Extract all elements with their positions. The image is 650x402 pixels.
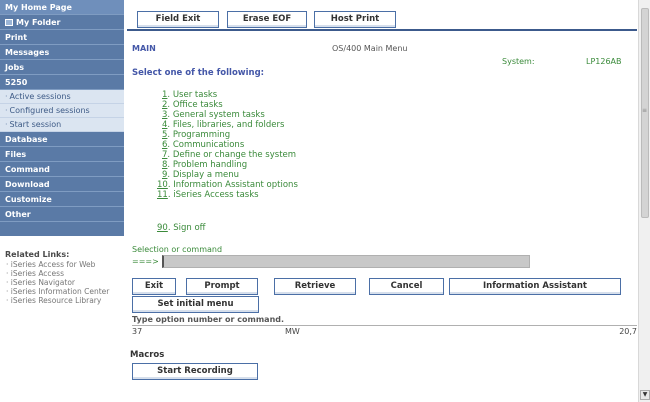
vertical-scrollbar[interactable]: ≡ ▼ bbox=[638, 0, 650, 402]
command-input[interactable] bbox=[162, 255, 530, 268]
menu-option[interactable]: 11. iSeries Access tasks bbox=[157, 190, 298, 200]
field-exit-button[interactable]: Field Exit bbox=[137, 11, 219, 28]
prompt-button[interactable]: Prompt bbox=[186, 278, 258, 295]
related-link[interactable]: · iSeries Access bbox=[5, 270, 119, 278]
menu-option[interactable]: 3. General system tasks bbox=[162, 110, 298, 120]
main-content: Field Exit Erase EOF Host Print MAIN OS/… bbox=[124, 0, 638, 402]
related-link-label: iSeries Access bbox=[10, 269, 64, 278]
status-line: 37 MW 20,7 bbox=[132, 325, 637, 338]
bullet-icon: · bbox=[5, 120, 8, 129]
related-link-label: iSeries Resource Library bbox=[10, 296, 102, 305]
sidebar-subitem-active-sessions[interactable]: · Active sessions bbox=[0, 90, 124, 104]
host-print-button[interactable]: Host Print bbox=[314, 11, 396, 28]
sidebar-subitem-label: Start session bbox=[9, 120, 62, 129]
menu-option[interactable]: 10. Information Assistant options bbox=[157, 180, 298, 190]
option-label: . User tasks bbox=[167, 90, 218, 100]
sidebar-item-my-folder[interactable]: My Folder bbox=[0, 15, 124, 30]
option-label: . Information Assistant options bbox=[167, 180, 298, 190]
status-middle: MW bbox=[285, 327, 300, 336]
option-label: . Files, libraries, and folders bbox=[167, 120, 285, 130]
sidebar-item-other[interactable]: Other bbox=[0, 207, 124, 222]
menu-options: 1. User tasks 2. Office tasks 3. General… bbox=[157, 90, 298, 200]
bullet-icon: · bbox=[5, 106, 8, 115]
sidebar-item-5250[interactable]: 5250 bbox=[0, 75, 124, 90]
related-link[interactable]: · iSeries Navigator bbox=[5, 279, 119, 287]
related-link[interactable]: · iSeries Resource Library bbox=[5, 297, 119, 305]
scrollbar-grip-icon: ≡ bbox=[642, 107, 648, 114]
cancel-button[interactable]: Cancel bbox=[369, 278, 444, 295]
menu-option[interactable]: 4. Files, libraries, and folders bbox=[162, 120, 298, 130]
menu-option[interactable]: 6. Communications bbox=[162, 140, 298, 150]
system-label: System: bbox=[502, 57, 535, 66]
option-label: . Programming bbox=[167, 130, 231, 140]
sidebar-subitem-label: Configured sessions bbox=[9, 106, 90, 115]
sidebar: My Home Page My Folder Print Messages Jo… bbox=[0, 0, 124, 402]
sidebar-item-label: My Folder bbox=[16, 18, 61, 27]
menu-option[interactable]: 7. Define or change the system bbox=[162, 150, 298, 160]
sidebar-subitem-configured-sessions[interactable]: · Configured sessions bbox=[0, 104, 124, 118]
sidebar-item-files[interactable]: Files bbox=[0, 147, 124, 162]
option-label: . Sign off bbox=[167, 223, 206, 233]
scroll-down-icon[interactable]: ▼ bbox=[640, 390, 650, 400]
sidebar-item-label: My Home Page bbox=[5, 3, 72, 12]
related-link-label: iSeries Information Center bbox=[10, 287, 110, 296]
related-link[interactable]: · iSeries Information Center bbox=[5, 288, 119, 296]
sidebar-subitem-start-session[interactable]: · Start session bbox=[0, 118, 124, 132]
option-number[interactable]: 11 bbox=[157, 190, 168, 200]
related-link[interactable]: · iSeries Access for Web bbox=[5, 261, 119, 269]
status-left: 37 bbox=[132, 327, 143, 336]
option-label: . Office tasks bbox=[167, 100, 223, 110]
bullet-icon: · bbox=[5, 92, 8, 101]
sidebar-nav-footer bbox=[0, 222, 124, 236]
menu-option-signoff[interactable]: 90. Sign off bbox=[157, 223, 206, 233]
set-initial-menu-button[interactable]: Set initial menu bbox=[132, 296, 259, 313]
toolbar: Field Exit Erase EOF Host Print bbox=[127, 3, 637, 31]
option-label: . Display a menu bbox=[167, 170, 240, 180]
sidebar-item-messages[interactable]: Messages bbox=[0, 45, 124, 60]
sidebar-item-customize[interactable]: Customize bbox=[0, 192, 124, 207]
option-number[interactable]: 10 bbox=[157, 180, 168, 190]
command-arrow: ===> bbox=[132, 257, 159, 266]
sidebar-nav-lower: Database Files Command Download Customiz… bbox=[0, 132, 124, 236]
sidebar-item-jobs[interactable]: Jobs bbox=[0, 60, 124, 75]
menu-option[interactable]: 2. Office tasks bbox=[162, 100, 298, 110]
option-label: . Communications bbox=[167, 140, 245, 150]
sidebar-item-print[interactable]: Print bbox=[0, 30, 124, 45]
related-links: Related Links: · iSeries Access for Web … bbox=[0, 236, 124, 305]
related-links-title: Related Links: bbox=[5, 250, 70, 259]
option-label: . iSeries Access tasks bbox=[167, 190, 259, 200]
menu-name: MAIN bbox=[132, 44, 156, 53]
menu-option[interactable]: 5. Programming bbox=[162, 130, 298, 140]
retrieve-button[interactable]: Retrieve bbox=[274, 278, 356, 295]
status-message: Type option number or command. bbox=[132, 315, 285, 324]
menu-option[interactable]: 9. Display a menu bbox=[162, 170, 298, 180]
option-number[interactable]: 90 bbox=[157, 223, 168, 233]
related-link-label: iSeries Navigator bbox=[10, 278, 76, 287]
folder-icon bbox=[5, 19, 13, 26]
menu-option[interactable]: 8. Problem handling bbox=[162, 160, 298, 170]
sidebar-item-database[interactable]: Database bbox=[0, 132, 124, 147]
sidebar-item-download[interactable]: Download bbox=[0, 177, 124, 192]
selection-label: Selection or command bbox=[132, 245, 223, 254]
menu-prompt: Select one of the following: bbox=[132, 68, 265, 78]
sidebar-subitem-label: Active sessions bbox=[9, 92, 71, 101]
exit-button[interactable]: Exit bbox=[132, 278, 176, 295]
sidebar-item-my-home-page[interactable]: My Home Page bbox=[0, 0, 124, 15]
menu-title: OS/400 Main Menu bbox=[332, 44, 408, 53]
information-assistant-button[interactable]: Information Assistant bbox=[449, 278, 621, 295]
status-right: 20,7 bbox=[619, 327, 637, 336]
option-label: . Define or change the system bbox=[167, 150, 297, 160]
start-recording-button[interactable]: Start Recording bbox=[132, 363, 258, 380]
sidebar-item-command[interactable]: Command bbox=[0, 162, 124, 177]
erase-eof-button[interactable]: Erase EOF bbox=[227, 11, 307, 28]
option-label: . Problem handling bbox=[167, 160, 248, 170]
macros-title: Macros bbox=[130, 350, 165, 360]
sidebar-nav: My Home Page My Folder Print Messages Jo… bbox=[0, 0, 124, 90]
related-link-label: iSeries Access for Web bbox=[10, 260, 96, 269]
system-value: LP126AB bbox=[586, 57, 622, 66]
option-label: . General system tasks bbox=[167, 110, 265, 120]
menu-option[interactable]: 1. User tasks bbox=[162, 90, 298, 100]
